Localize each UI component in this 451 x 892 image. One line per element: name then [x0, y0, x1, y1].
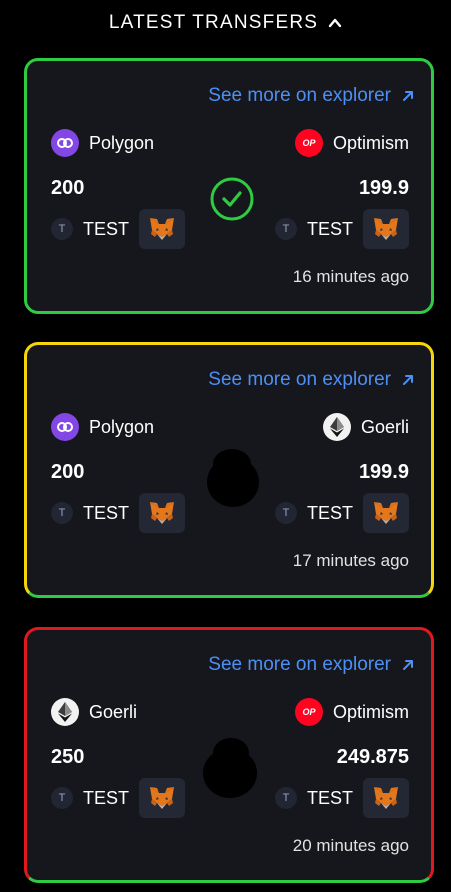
- token-badge-icon: T: [51, 787, 73, 809]
- add-to-metamask-button[interactable]: [363, 493, 409, 533]
- destination-chain: Goerli: [322, 413, 409, 441]
- metamask-fox-icon: [374, 502, 398, 524]
- source-amount: 200: [51, 177, 85, 199]
- token-badge-icon: T: [274, 218, 297, 240]
- source-amount: 200: [51, 461, 85, 483]
- polygon-logo-icon: [51, 129, 79, 157]
- explorer-link[interactable]: See more on explorer: [208, 654, 415, 676]
- add-to-metamask-button[interactable]: [363, 778, 409, 818]
- metamask-fox-icon: [150, 502, 175, 524]
- optimism-logo-icon: OP: [295, 129, 323, 157]
- token-badge-icon: T: [274, 502, 297, 524]
- token-badge-icon: T: [51, 218, 73, 240]
- ethereum-logo-icon: [51, 698, 79, 726]
- metamask-fox-icon: [150, 787, 175, 809]
- source-chain: Goerli: [51, 698, 137, 726]
- token-badge-icon: T: [274, 787, 297, 809]
- source-token: T TEST: [51, 493, 186, 533]
- metamask-fox-icon: [374, 218, 398, 240]
- chevron-up-icon: [328, 18, 342, 28]
- source-chain: Polygon: [51, 413, 154, 441]
- metamask-fox-icon: [374, 787, 398, 809]
- destination-token: T TEST: [274, 209, 409, 249]
- destination-token: T TEST: [274, 493, 409, 533]
- destination-chain: OP Optimism: [295, 698, 409, 726]
- destination-chain: OP Optimism: [295, 129, 409, 157]
- check-circle-icon: [210, 177, 254, 221]
- destination-amount: 199.9: [358, 177, 409, 199]
- add-to-metamask-button[interactable]: [139, 209, 186, 249]
- latest-transfers-toggle[interactable]: LATEST TRANSFERS: [0, 12, 451, 34]
- explorer-link[interactable]: See more on explorer: [208, 85, 415, 107]
- section-title: LATEST TRANSFERS: [108, 12, 319, 33]
- destination-token: T TEST: [274, 778, 409, 818]
- external-arrow-icon: [403, 91, 413, 101]
- source-token: T TEST: [51, 778, 186, 818]
- explorer-link[interactable]: See more on explorer: [208, 369, 415, 391]
- polygon-logo-icon: [51, 413, 79, 441]
- external-arrow-icon: [403, 375, 413, 385]
- transfer-card: See more on explorer Goerli OP Optimism …: [24, 627, 434, 883]
- transfer-card: See more on explorer Polygon Goerli 200 …: [24, 342, 434, 598]
- transfer-time: 20 minutes ago: [292, 836, 409, 855]
- transfer-time: 16 minutes ago: [292, 267, 409, 286]
- source-amount: 250: [51, 746, 85, 768]
- metamask-fox-icon: [150, 218, 175, 240]
- transfer-card: See more on explorer Polygon OP Optimism…: [24, 58, 434, 314]
- transfer-time: 17 minutes ago: [292, 551, 409, 570]
- source-token: T TEST: [51, 209, 186, 249]
- source-chain: Polygon: [51, 129, 154, 157]
- destination-amount: 199.9: [358, 461, 409, 483]
- external-arrow-icon: [403, 660, 413, 670]
- optimism-logo-icon: OP: [295, 698, 323, 726]
- add-to-metamask-button[interactable]: [139, 778, 186, 818]
- add-to-metamask-button[interactable]: [363, 209, 409, 249]
- ethereum-logo-icon: [322, 413, 351, 441]
- token-badge-icon: T: [51, 502, 73, 524]
- destination-amount: 249.875: [336, 746, 409, 768]
- add-to-metamask-button[interactable]: [139, 493, 186, 533]
